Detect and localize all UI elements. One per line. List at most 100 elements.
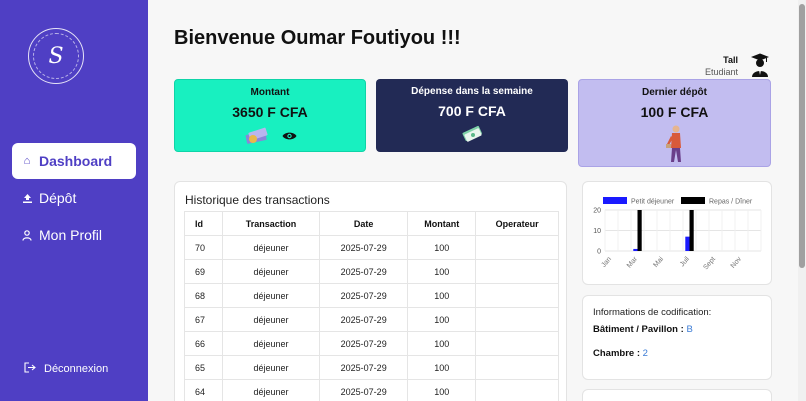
main-content: Bienvenue Oumar Foutiyou !!! Tall Etudia…	[148, 0, 798, 401]
table-cell	[475, 331, 559, 356]
table-cell	[475, 355, 559, 380]
table-cell: déjeuner	[222, 355, 320, 380]
table-cell: 100	[407, 379, 477, 401]
table-cell	[475, 307, 559, 332]
meals-bar-chart: Petit déjeuner Repas / Dîner 0 10 20 Jan Mar Ma…	[593, 197, 762, 272]
legend-label: Repas / Dîner	[709, 199, 753, 206]
chambre-value: 2	[642, 348, 648, 359]
person-illustration-icon	[665, 124, 685, 171]
bar	[689, 210, 694, 251]
batiment-row: Bâtiment / Pavillon : B	[593, 324, 693, 335]
user-name: Tall	[723, 55, 738, 65]
weekly-expense-card: Dépense dans la semaine 700 F CFA	[376, 79, 568, 152]
table-cell: 2025-07-29	[318, 259, 409, 284]
table-cell: 2025-07-29	[318, 379, 409, 401]
card-title: Montant	[250, 87, 290, 98]
user-info: Tall Etudiant	[705, 54, 738, 78]
column-header: Date	[318, 211, 409, 236]
column-header: Montant	[407, 211, 477, 236]
table-cell: 100	[407, 355, 477, 380]
x-tick-label: Mai	[652, 255, 665, 268]
x-tick-label: Jan	[600, 256, 613, 269]
balance-card: Montant 3650 F CFA	[174, 79, 366, 152]
table-cell: déjeuner	[222, 379, 320, 401]
card-value: 100 F CFA	[640, 104, 709, 120]
table-cell	[475, 283, 559, 308]
logout-icon	[24, 362, 36, 376]
card-value: 3650 F CFA	[232, 104, 308, 120]
table-cell: 100	[407, 235, 477, 260]
transactions-table: Id Transaction Date Montant Operateur 70…	[184, 211, 559, 401]
table-row[interactable]: 65 déjeuner 2025-07-29 100	[184, 355, 559, 380]
table-cell	[475, 379, 559, 401]
column-header: Transaction	[222, 211, 320, 236]
bar	[685, 236, 690, 251]
table-cell: déjeuner	[222, 283, 320, 308]
table-cell: 2025-07-29	[318, 331, 409, 356]
legend-swatch	[681, 197, 705, 204]
page-scrollbar[interactable]	[798, 0, 806, 401]
x-tick-label: Juil	[679, 255, 691, 268]
card-title: Dépense dans la semaine	[411, 86, 533, 97]
batiment-value: B	[686, 324, 693, 335]
table-header-row: Id Transaction Date Montant Operateur	[184, 211, 559, 236]
card-title: Dernier dépôt	[641, 87, 707, 98]
chambre-label: Chambre :	[593, 348, 640, 359]
table-row[interactable]: 68 déjeuner 2025-07-29 100	[184, 283, 559, 308]
table-cell: 64	[184, 379, 223, 401]
card-value: 700 F CFA	[438, 103, 506, 119]
table-cell: 2025-07-29	[318, 283, 409, 308]
table-cell: déjeuner	[222, 235, 320, 260]
eye-icon[interactable]	[282, 128, 297, 146]
table-row[interactable]: 70 déjeuner 2025-07-29 100	[184, 235, 559, 260]
table-cell: déjeuner	[222, 307, 320, 332]
table-cell: déjeuner	[222, 331, 320, 356]
scrollbar-thumb[interactable]	[799, 4, 805, 268]
batiment-label: Bâtiment / Pavillon :	[593, 324, 684, 335]
extra-panel	[582, 389, 772, 401]
logout-button[interactable]: Déconnexion	[24, 362, 108, 376]
y-tick-label: 10	[593, 228, 601, 235]
app-logo[interactable]: S	[28, 28, 84, 84]
sidebar-item-profil[interactable]: Mon Profil	[12, 217, 136, 253]
transactions-panel: Historique des transactions Id Transacti…	[174, 181, 567, 401]
column-header: Id	[184, 211, 223, 236]
bar	[637, 210, 642, 251]
x-tick-label: Sept	[702, 256, 717, 272]
sidebar: S ⌂ Dashboard Dépôt Mon Profil Déconnexi…	[0, 0, 148, 401]
table-row[interactable]: 64 déjeuner 2025-07-29 100	[184, 379, 559, 401]
table-cell: 2025-07-29	[318, 235, 409, 260]
table-row[interactable]: 69 déjeuner 2025-07-29 100	[184, 259, 559, 284]
table-cell: 2025-07-29	[318, 307, 409, 332]
table-row[interactable]: 66 déjeuner 2025-07-29 100	[184, 331, 559, 356]
table-cell: déjeuner	[222, 259, 320, 284]
info-title: Informations de codification:	[593, 307, 712, 318]
x-tick-label: Nov	[730, 255, 744, 269]
upload-icon	[21, 193, 33, 204]
page-title: Bienvenue Oumar Foutiyou !!!	[174, 27, 461, 49]
table-cell: 67	[184, 307, 223, 332]
sidebar-item-label: Dépôt	[39, 190, 77, 206]
table-cell: 100	[407, 331, 477, 356]
home-icon: ⌂	[23, 155, 31, 167]
x-tick-label: Mar	[626, 255, 640, 269]
table-cell: 100	[407, 307, 477, 332]
table-row[interactable]: 67 déjeuner 2025-07-29 100	[184, 307, 559, 332]
table-cell: 2025-07-29	[318, 355, 409, 380]
logo-letter: S	[48, 43, 64, 69]
transactions-title: Historique des transactions	[185, 193, 330, 207]
column-header: Operateur	[475, 211, 559, 236]
legend-label: Petit déjeuner	[631, 199, 675, 206]
cash-icon	[459, 123, 485, 148]
bar	[633, 248, 638, 251]
table-cell: 69	[184, 259, 223, 284]
table-cell: 65	[184, 355, 223, 380]
user-icon	[21, 229, 33, 241]
sidebar-item-dashboard[interactable]: ⌂ Dashboard	[12, 143, 136, 179]
y-tick-label: 0	[597, 249, 601, 256]
table-cell	[475, 235, 559, 260]
table-cell: 100	[407, 283, 477, 308]
sidebar-item-depot[interactable]: Dépôt	[12, 180, 136, 216]
table-cell: 66	[184, 331, 223, 356]
graduate-avatar-icon[interactable]	[750, 53, 770, 77]
